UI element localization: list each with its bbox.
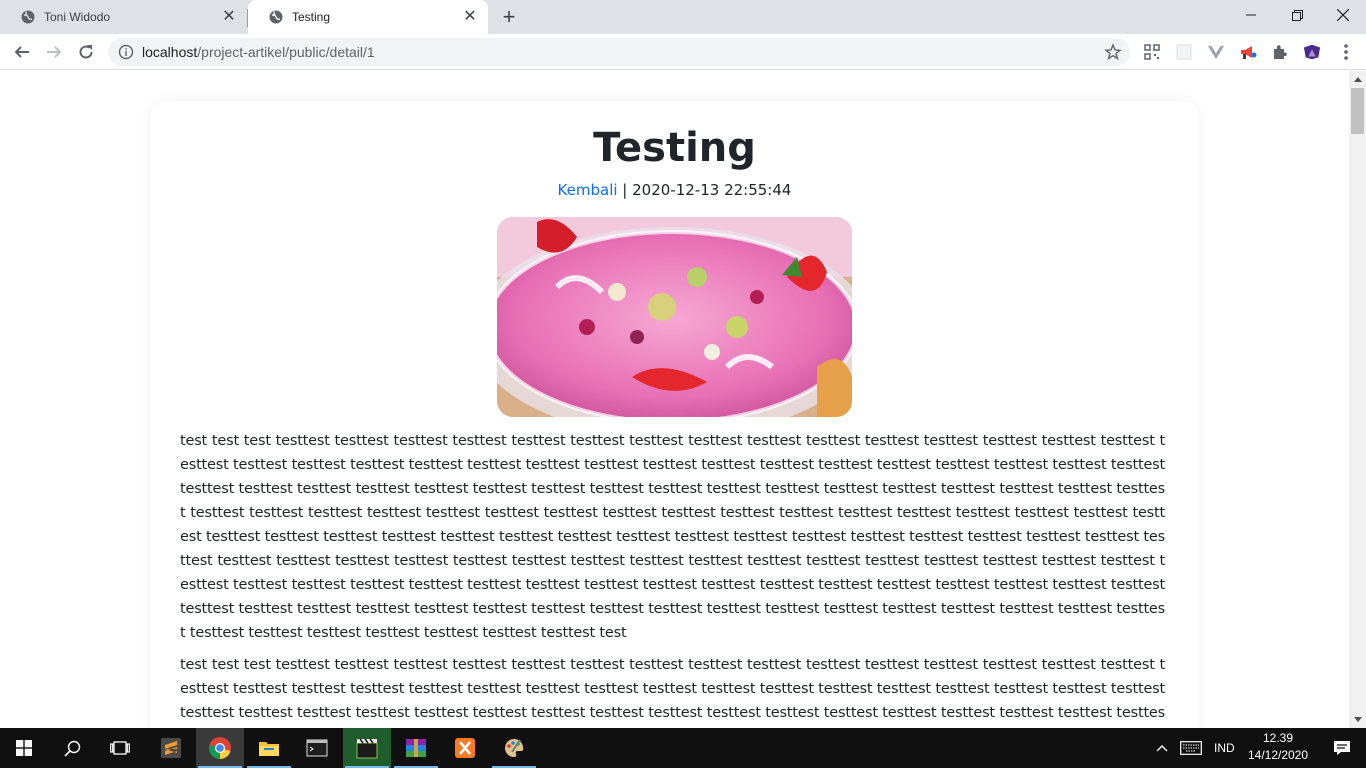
touch-keyboard-button[interactable]	[1176, 728, 1206, 768]
chevron-up-icon	[1156, 745, 1168, 752]
terminal-app[interactable]	[293, 728, 341, 768]
meta-separator: |	[617, 181, 633, 199]
tab-testing[interactable]: Testing ✕	[248, 0, 488, 34]
task-view-button[interactable]	[96, 728, 144, 768]
url-host: localhost	[142, 44, 198, 60]
reload-button[interactable]	[74, 40, 98, 64]
close-icon	[1337, 9, 1349, 21]
tray-show-hidden-button[interactable]	[1150, 728, 1174, 768]
url-path: /project-artikel/public/detail/1	[197, 44, 375, 60]
paint-app[interactable]	[490, 728, 538, 768]
page-viewport: Testing Kembali | 2020-12-13 22:55:44 te…	[0, 71, 1349, 728]
scroll-down-arrow-icon[interactable]	[1349, 711, 1366, 728]
arrow-left-icon	[14, 46, 29, 58]
tab-title: Toni Widodo	[44, 10, 111, 24]
chrome-icon	[208, 737, 231, 759]
clapperboard-icon	[356, 738, 378, 759]
sublime-text-icon	[161, 738, 181, 758]
input-language[interactable]: IND	[1214, 741, 1235, 755]
xampp-app[interactable]	[441, 728, 489, 768]
bookmark-star-icon[interactable]	[1104, 43, 1122, 61]
windows-logo-icon	[16, 740, 32, 756]
xampp-icon	[455, 738, 475, 758]
article-body: test test test testtest testtest testtes…	[180, 429, 1165, 728]
windows-taskbar: IND 12.39 14/12/2020	[0, 728, 1366, 768]
file-explorer-app[interactable]	[245, 728, 293, 768]
clock-time: 12.39	[1262, 731, 1294, 745]
action-center-button[interactable]	[1318, 728, 1366, 768]
profile-extension-icon[interactable]	[1303, 43, 1321, 61]
reload-icon	[79, 45, 93, 59]
chrome-app[interactable]	[196, 728, 244, 768]
close-window-button[interactable]	[1320, 0, 1366, 30]
article-datetime: 2020-12-13 22:55:44	[632, 181, 792, 199]
close-tab-icon[interactable]: ✕	[462, 9, 478, 25]
search-button[interactable]	[48, 728, 96, 768]
clock-date: 14/12/2020	[1247, 748, 1309, 762]
search-icon	[63, 740, 80, 757]
tab-title: Testing	[292, 10, 331, 24]
sublime-text-app[interactable]	[147, 728, 195, 768]
task-view-icon	[110, 741, 130, 755]
tab-toni-widodo[interactable]: Toni Widodo ✕	[0, 0, 247, 34]
minimize-button[interactable]	[1228, 0, 1274, 30]
folder-icon	[259, 742, 279, 756]
globe-icon	[268, 9, 284, 25]
article-image	[497, 217, 852, 417]
article-title: Testing	[593, 125, 756, 171]
start-button[interactable]	[0, 728, 48, 768]
vue-devtools-icon[interactable]	[1207, 43, 1225, 61]
back-link[interactable]: Kembali	[558, 181, 618, 199]
article-card: Testing Kembali | 2020-12-13 22:55:44 te…	[150, 101, 1199, 728]
fruit-dessert-image	[497, 217, 852, 417]
new-tab-button[interactable]: +	[498, 6, 520, 28]
info-icon[interactable]	[118, 44, 134, 60]
globe-icon	[20, 9, 36, 25]
forward-button[interactable]	[42, 40, 66, 64]
winrar-app[interactable]	[392, 728, 440, 768]
browser-toolbar: localhost/project-artikel/public/detail/…	[0, 34, 1366, 70]
restore-icon	[1291, 9, 1303, 21]
notification-icon	[1334, 741, 1350, 755]
article-meta: Kembali | 2020-12-13 22:55:44	[150, 181, 1199, 199]
megaphone-icon[interactable]	[1239, 43, 1257, 61]
scroll-thumb[interactable]	[1351, 88, 1364, 134]
terminal-icon	[306, 739, 328, 757]
tab-strip: Toni Widodo ✕ Testing ✕ +	[0, 0, 1366, 34]
browser-menu-icon[interactable]	[1343, 43, 1349, 61]
palette-icon	[505, 738, 524, 757]
scroll-up-arrow-icon[interactable]	[1349, 71, 1366, 88]
close-tab-icon[interactable]: ✕	[221, 9, 237, 25]
qr-code-icon[interactable]	[1143, 43, 1161, 61]
arrow-right-icon	[47, 46, 62, 58]
page-scrollbar[interactable]	[1349, 71, 1366, 728]
media-player-app[interactable]	[343, 728, 391, 768]
minimize-icon	[1246, 14, 1256, 16]
back-button[interactable]	[10, 40, 34, 64]
clock[interactable]: 12.39 14/12/2020	[1244, 730, 1312, 766]
address-bar[interactable]: localhost/project-artikel/public/detail/…	[108, 38, 1130, 66]
article-paragraph: test test test testtest testtest testtes…	[180, 657, 1165, 721]
extension-blank-icon[interactable]	[1175, 43, 1193, 61]
article-paragraph: test test test testtest testtest testtes…	[180, 433, 1165, 641]
keyboard-icon	[1180, 741, 1202, 755]
puzzle-extensions-icon[interactable]	[1271, 43, 1289, 61]
archive-books-icon	[406, 739, 426, 757]
restore-button[interactable]	[1274, 0, 1320, 30]
